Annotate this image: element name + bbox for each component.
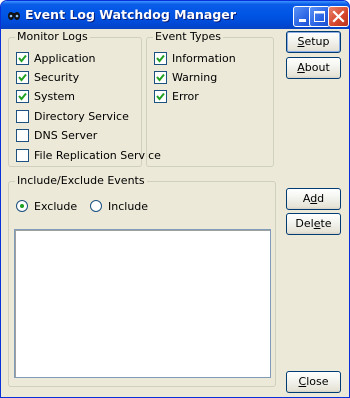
checkbox-label: DNS Server	[34, 129, 98, 142]
checkbox-box[interactable]	[154, 90, 167, 103]
about-label-rest: bout	[304, 61, 330, 74]
checkmark-icon	[18, 92, 27, 101]
checkbox-label: System	[34, 90, 76, 103]
maximize-icon	[314, 11, 325, 22]
checkbox-box[interactable]	[154, 52, 167, 65]
title-bar[interactable]: Event Log Watchdog Manager	[1, 1, 349, 29]
checkbox-label: Error	[172, 90, 199, 103]
checkbox-label: Information	[172, 52, 236, 65]
add-label-rest: d	[317, 192, 325, 205]
delete-label-pre: Del	[295, 217, 314, 230]
checkbox-box[interactable]	[16, 110, 29, 123]
checkbox-box[interactable]	[16, 149, 29, 162]
window-title: Event Log Watchdog Manager	[25, 7, 236, 22]
radio-label: Exclude	[34, 200, 78, 213]
checkbox-label: Directory Service	[34, 110, 129, 123]
close-label-rest: lose	[306, 375, 329, 388]
delete-button[interactable]: Delete	[286, 213, 341, 235]
event-types-group: Event Types Information Warning Error	[146, 30, 274, 167]
checkbox-label: Application	[34, 52, 96, 65]
add-button[interactable]: Add	[286, 188, 341, 210]
setup-label-rest: etup	[304, 35, 330, 48]
radio-selected-dot	[20, 204, 24, 208]
checkbox-label: Security	[34, 71, 80, 84]
delete-label-rest: te	[320, 217, 332, 230]
app-icon	[7, 8, 21, 22]
checkbox-box[interactable]	[16, 129, 29, 142]
radio-label: Include	[108, 200, 149, 213]
checkbox-label: File Replication Service	[34, 149, 161, 162]
include-exclude-label: Include/Exclude Events	[15, 174, 147, 187]
checkbox-box[interactable]	[16, 90, 29, 103]
checkbox-label: Warning	[172, 71, 218, 84]
checkbox-box[interactable]	[16, 71, 29, 84]
monitor-logs-group: Monitor Logs Application Security System…	[8, 30, 161, 167]
checkmark-icon	[156, 54, 165, 63]
about-button[interactable]: About	[286, 57, 341, 79]
radio-button[interactable]	[16, 200, 28, 212]
checkmark-icon	[18, 54, 27, 63]
checkmark-icon	[156, 92, 165, 101]
checkbox-box[interactable]	[16, 52, 29, 65]
checkbox-box[interactable]	[154, 71, 167, 84]
close-button[interactable]: Close	[286, 371, 341, 393]
checkmark-icon	[18, 73, 27, 82]
close-icon	[332, 10, 345, 23]
events-listbox[interactable]	[14, 229, 271, 378]
about-mnemonic: A	[297, 61, 305, 74]
setup-button[interactable]: Setup	[286, 31, 341, 53]
close-window-button[interactable]	[328, 6, 349, 27]
checkmark-icon	[156, 73, 165, 82]
monitor-logs-label: Monitor Logs	[15, 30, 90, 43]
event-types-label: Event Types	[153, 30, 224, 43]
radio-button[interactable]	[90, 200, 102, 212]
maximize-button[interactable]	[309, 6, 330, 27]
main-window: Event Log Watchdog Manager Monitor Logs …	[0, 0, 350, 398]
